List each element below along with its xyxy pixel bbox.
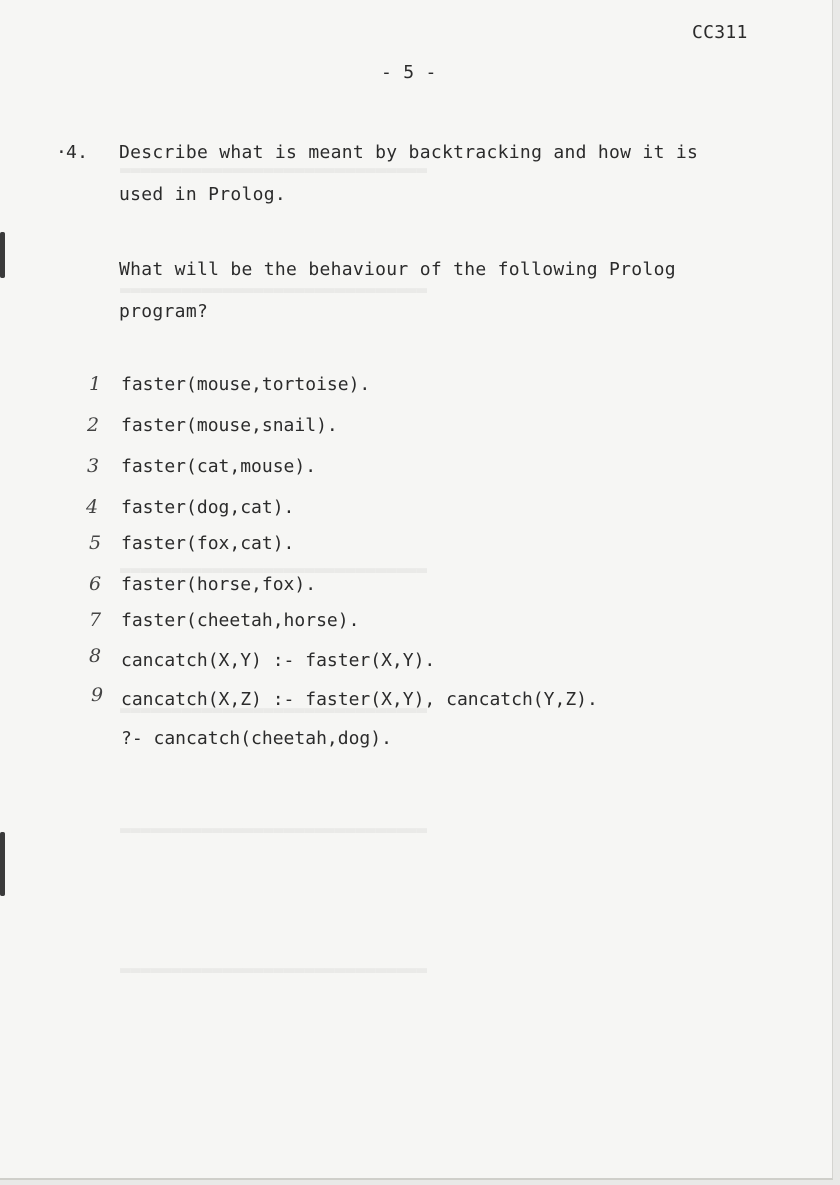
handwritten-clause-number: 3 — [86, 455, 100, 477]
question-line-2: used in Prolog. — [119, 184, 287, 205]
binder-punch-mark — [0, 832, 5, 896]
clause-line: cancatch(X,Y) :- faster(X,Y). — [121, 650, 436, 671]
clause-line: faster(cheetah,horse). — [121, 610, 360, 631]
bleed-through-text: ▬▬▬▬▬▬▬▬▬▬▬▬▬▬▬▬▬▬▬▬▬▬▬▬▬▬▬▬▬▬ — [120, 280, 428, 300]
handwritten-clause-number: 8 — [88, 645, 102, 667]
clause-line: faster(horse,fox). — [121, 574, 317, 595]
clause-line: faster(mouse,snail). — [121, 415, 338, 436]
exam-page: ▬▬▬▬▬▬▬▬▬▬▬▬▬▬▬▬▬▬▬▬▬▬▬▬▬▬▬▬▬▬ ▬▬▬▬▬▬▬▬▬… — [0, 0, 833, 1180]
course-code: CC311 — [692, 22, 748, 43]
binder-punch-mark — [0, 232, 5, 278]
handwritten-clause-number: 7 — [88, 609, 102, 631]
clause-line: faster(mouse,tortoise). — [121, 374, 371, 395]
clause-line: faster(dog,cat). — [121, 497, 295, 518]
bleed-through-text: ▬▬▬▬▬▬▬▬▬▬▬▬▬▬▬▬▬▬▬▬▬▬▬▬▬▬▬▬▬▬ — [120, 160, 428, 180]
clause-line: faster(cat,mouse). — [121, 456, 317, 477]
handwritten-clause-number: 2 — [86, 414, 100, 436]
followup-line-1: What will be the behaviour of the follow… — [119, 259, 676, 280]
query-line: ?- cancatch(cheetah,dog). — [121, 728, 392, 749]
bleed-through-text: ▬▬▬▬▬▬▬▬▬▬▬▬▬▬▬▬▬▬▬▬▬▬▬▬▬▬▬▬▬▬ — [120, 960, 428, 980]
handwritten-clause-number: 5 — [88, 532, 102, 554]
page-number: - 5 - — [381, 62, 437, 83]
handwritten-clause-number: 6 — [88, 573, 102, 595]
question-line-1: Describe what is meant by backtracking a… — [119, 142, 699, 163]
handwritten-clause-number: 4 — [85, 496, 99, 518]
followup-line-2: program? — [119, 301, 209, 322]
question-number: 4. — [66, 142, 89, 163]
handwritten-clause-number: 1 — [88, 373, 102, 395]
clause-line: cancatch(X,Z) :- faster(X,Y), cancatch(Y… — [121, 689, 598, 710]
clause-line: faster(fox,cat). — [121, 533, 295, 554]
bleed-through-text: ▬▬▬▬▬▬▬▬▬▬▬▬▬▬▬▬▬▬▬▬▬▬▬▬▬▬▬▬▬▬ — [120, 820, 428, 840]
handwritten-clause-number: 9 — [90, 684, 104, 706]
